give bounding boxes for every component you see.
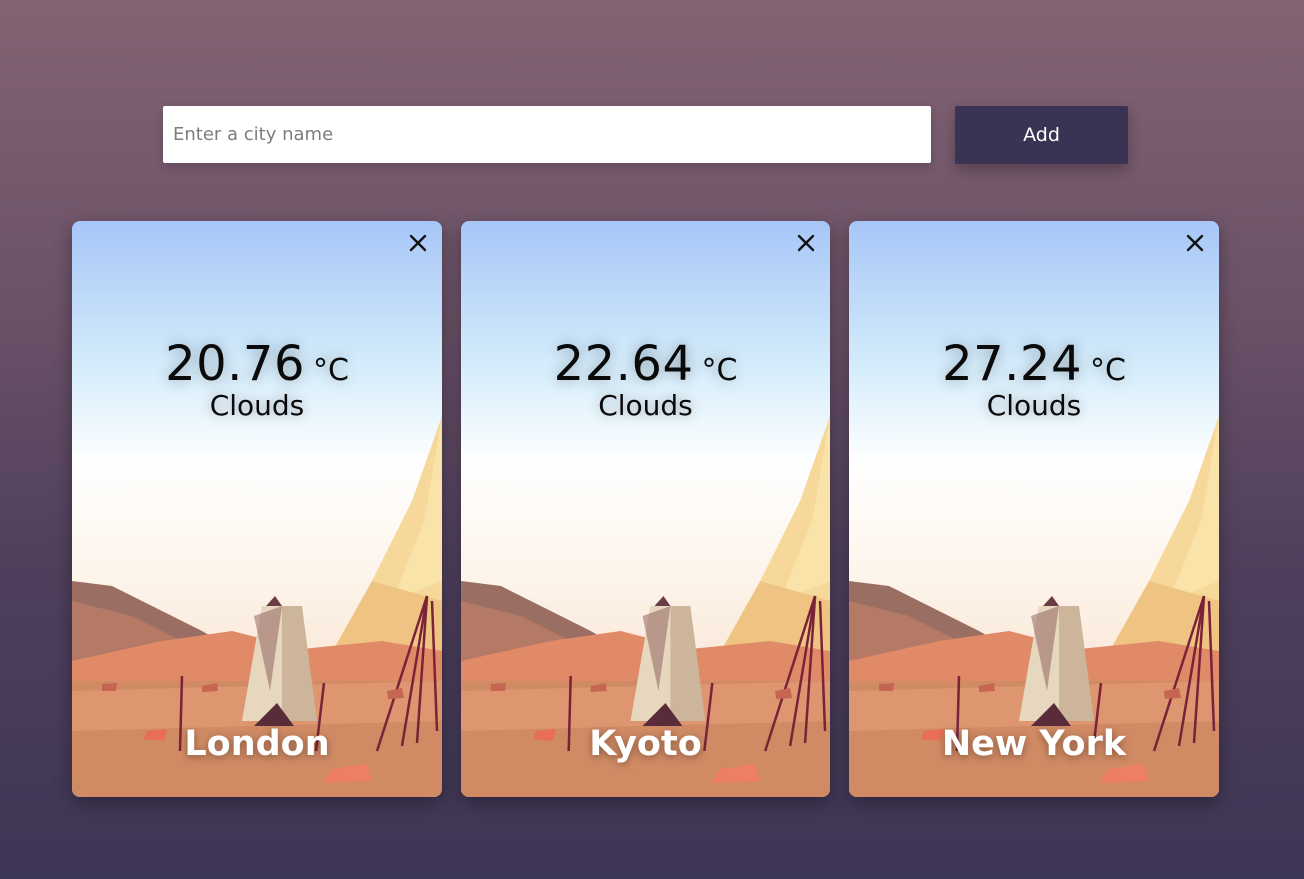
- temperature-value: 27.24: [942, 336, 1082, 392]
- city-name: New York: [941, 724, 1127, 764]
- remove-card-button[interactable]: [794, 231, 818, 255]
- temperature-value: 20.76: [165, 336, 305, 392]
- add-city-button[interactable]: Add: [955, 106, 1128, 164]
- city-search-input[interactable]: [163, 106, 931, 163]
- weather-card: 20.76 °C Clouds London: [72, 221, 442, 797]
- remove-card-button[interactable]: [1183, 231, 1207, 255]
- temperature-value: 22.64: [553, 336, 694, 392]
- remove-card-button[interactable]: [406, 231, 430, 255]
- close-icon: [409, 234, 427, 252]
- temperature-unit: °C: [1089, 353, 1126, 388]
- temperature-unit: °C: [312, 353, 349, 388]
- weather-card: 27.24 °C Clouds New York: [849, 221, 1219, 797]
- close-icon: [797, 234, 815, 252]
- desert-scene-background: [461, 221, 830, 797]
- weather-cards: 20.76 °C Clouds London 22.64 °C Clouds K…: [72, 221, 1219, 797]
- weather-card: 22.64 °C Clouds Kyoto: [461, 221, 830, 797]
- city-name: Kyoto: [589, 724, 702, 764]
- temperature-readout: 20.76 °C: [72, 336, 442, 392]
- temperature-readout: 22.64 °C: [461, 336, 830, 392]
- weather-condition: Clouds: [598, 389, 693, 422]
- weather-condition: Clouds: [209, 389, 305, 422]
- weather-condition: Clouds: [986, 389, 1082, 422]
- city-name: London: [184, 724, 330, 764]
- desert-scene-background: [849, 221, 1219, 797]
- temperature-unit: °C: [701, 353, 738, 388]
- desert-scene-background: [72, 221, 442, 797]
- search-bar: Add: [163, 106, 1129, 164]
- temperature-readout: 27.24 °C: [849, 336, 1219, 392]
- close-icon: [1186, 234, 1204, 252]
